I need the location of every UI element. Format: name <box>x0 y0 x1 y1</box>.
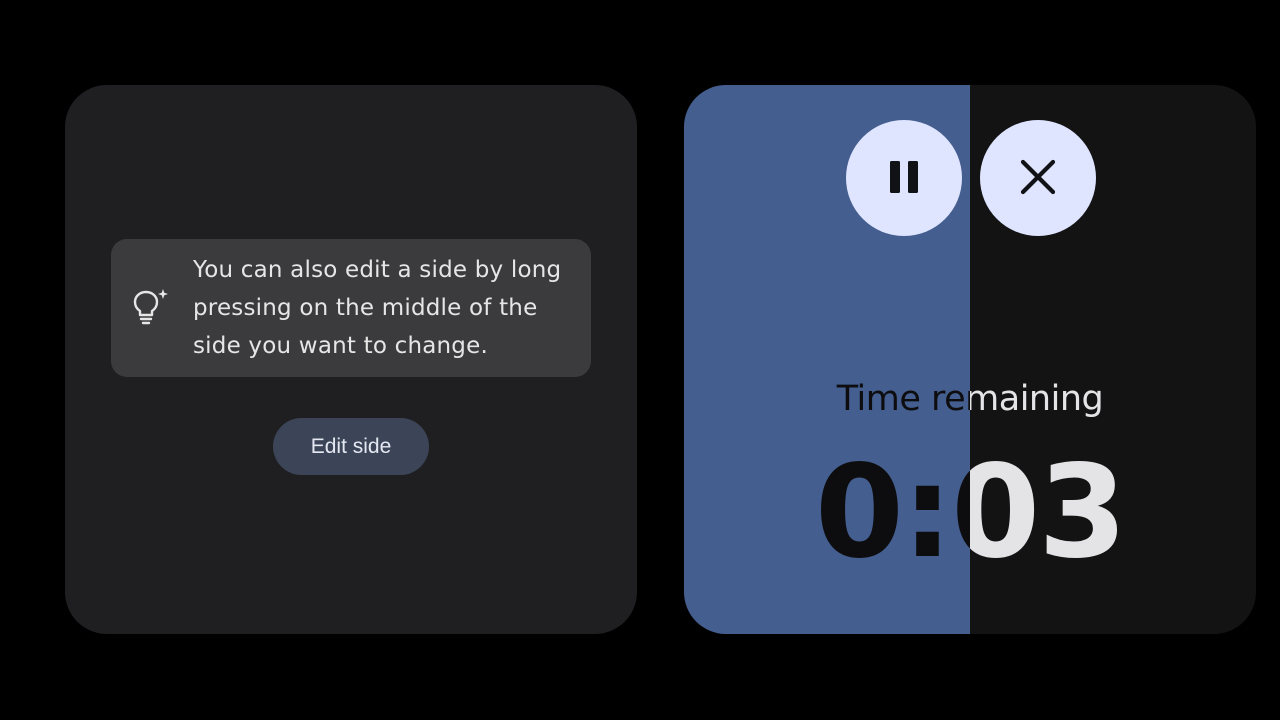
lightbulb-sparkle-icon <box>133 287 169 327</box>
tip-text: You can also edit a side by long pressin… <box>193 257 562 359</box>
tip-card: You can also edit a side by long pressin… <box>111 239 591 377</box>
edit-side-button[interactable]: Edit side <box>273 418 429 475</box>
time-remaining-value: 0:03 0:03 <box>684 85 1256 634</box>
edit-side-panel: You can also edit a side by long pressin… <box>65 85 637 634</box>
timer-panel: Time remaining Time remaining 0:03 0:03 <box>684 85 1256 634</box>
